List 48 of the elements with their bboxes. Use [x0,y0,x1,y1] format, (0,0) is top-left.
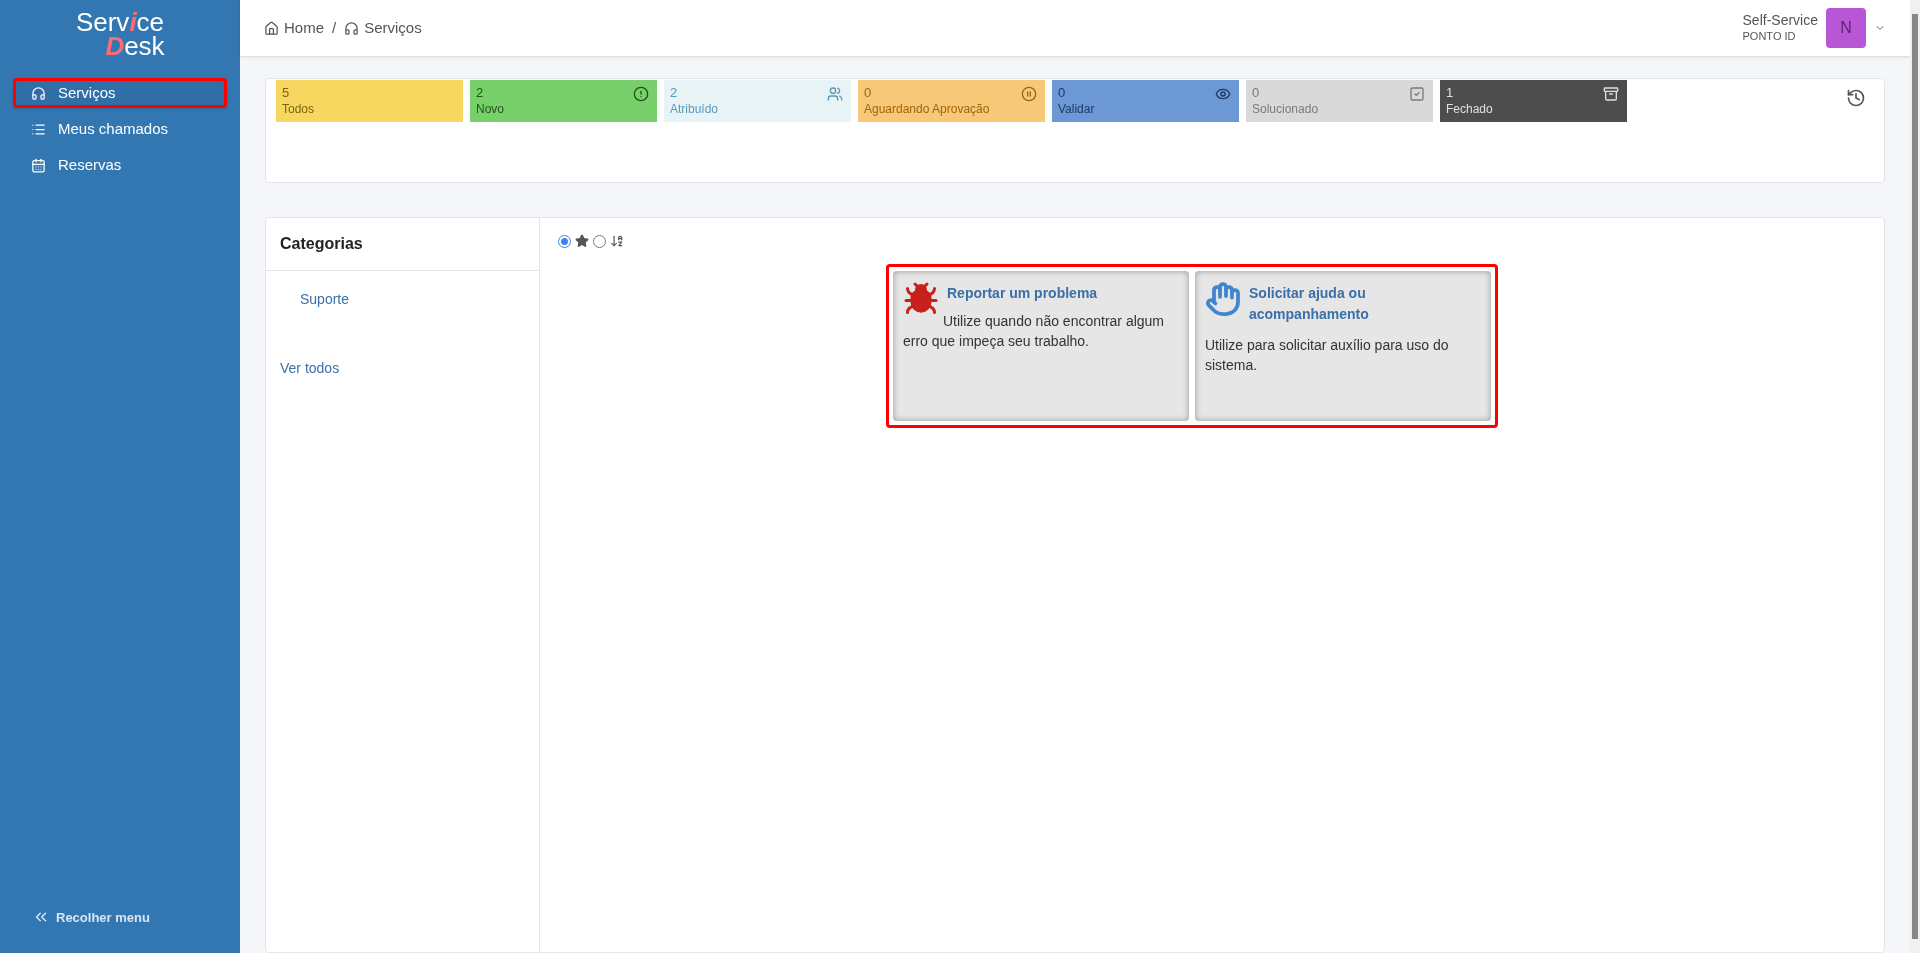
breadcrumb-link[interactable]: Home [264,16,324,40]
see-all-link[interactable]: Ver todos [280,358,539,379]
breadcrumb-separator: / [332,17,337,38]
headset-icon [344,20,360,36]
status-tile[interactable]: 0 Aguardando Aprovação [858,80,1045,122]
sidebar-item[interactable]: Serviços [13,78,227,108]
pause-circle-icon [1021,86,1037,102]
collapse-menu-button[interactable]: Recolher menu [32,907,150,927]
users-icon [827,86,843,102]
scrollbar[interactable] [1910,0,1920,953]
sort-icon [610,234,624,248]
home-icon [264,20,279,36]
calendar-icon [31,157,46,173]
sidebar-item[interactable]: Meus chamados [13,114,227,144]
headset-icon [31,85,46,101]
service-card[interactable]: Solicitar ajuda ou acompanhamento Utilize para solicitar auxílio para uso do sistema. [1195,271,1491,421]
logo-text: esk [124,34,165,58]
list-icon [31,121,46,137]
status-tile[interactable]: 0 Solucionado [1246,80,1433,122]
status-tile[interactable]: 0 Validar [1052,80,1239,122]
status-tile[interactable]: 2 Atribuído [664,80,851,122]
logo-text: D [105,34,125,58]
hand-icon [1205,281,1241,317]
logo-text: Serv [75,10,130,34]
categories-title: Categorias [280,234,363,254]
checkbox-icon [1409,86,1425,102]
user-avatar[interactable]: N [1826,8,1866,48]
logo-text: ce [136,10,165,34]
service-title: Solicitar ajuda ou acompanhamento [1249,284,1370,324]
archive-box-icon [1603,86,1619,102]
history-icon[interactable] [1846,88,1866,108]
alert-circle-icon [633,86,649,102]
eye-icon [1215,86,1231,102]
logo-text: i [129,10,137,34]
status-tile[interactable]: 5 Todos [276,80,463,122]
user-organization: PONTO ID [1742,29,1797,44]
star-icon [575,234,589,248]
category-link[interactable]: Suporte [300,289,539,310]
user-name: Self-Service [1742,12,1818,30]
status-tile[interactable]: 2 Novo [470,80,657,122]
status-tile[interactable]: 1 Fechado [1440,80,1627,122]
bug-icon [903,281,939,317]
service-card[interactable]: Reportar um problema Utilize quando não encontrar algum erro que impeça seu trabalho. [893,271,1189,421]
service-title: Reportar um problema [947,284,1098,303]
service-description: Utilize para solicitar auxílio para uso do sistema. [1205,336,1450,375]
breadcrumb-link[interactable]: Serviços [344,16,422,40]
service-description: Utilize quando não encontrar algum erro que impeça seu trabalho. [903,312,1166,351]
sidebar-item[interactable]: Reservas [13,150,227,180]
